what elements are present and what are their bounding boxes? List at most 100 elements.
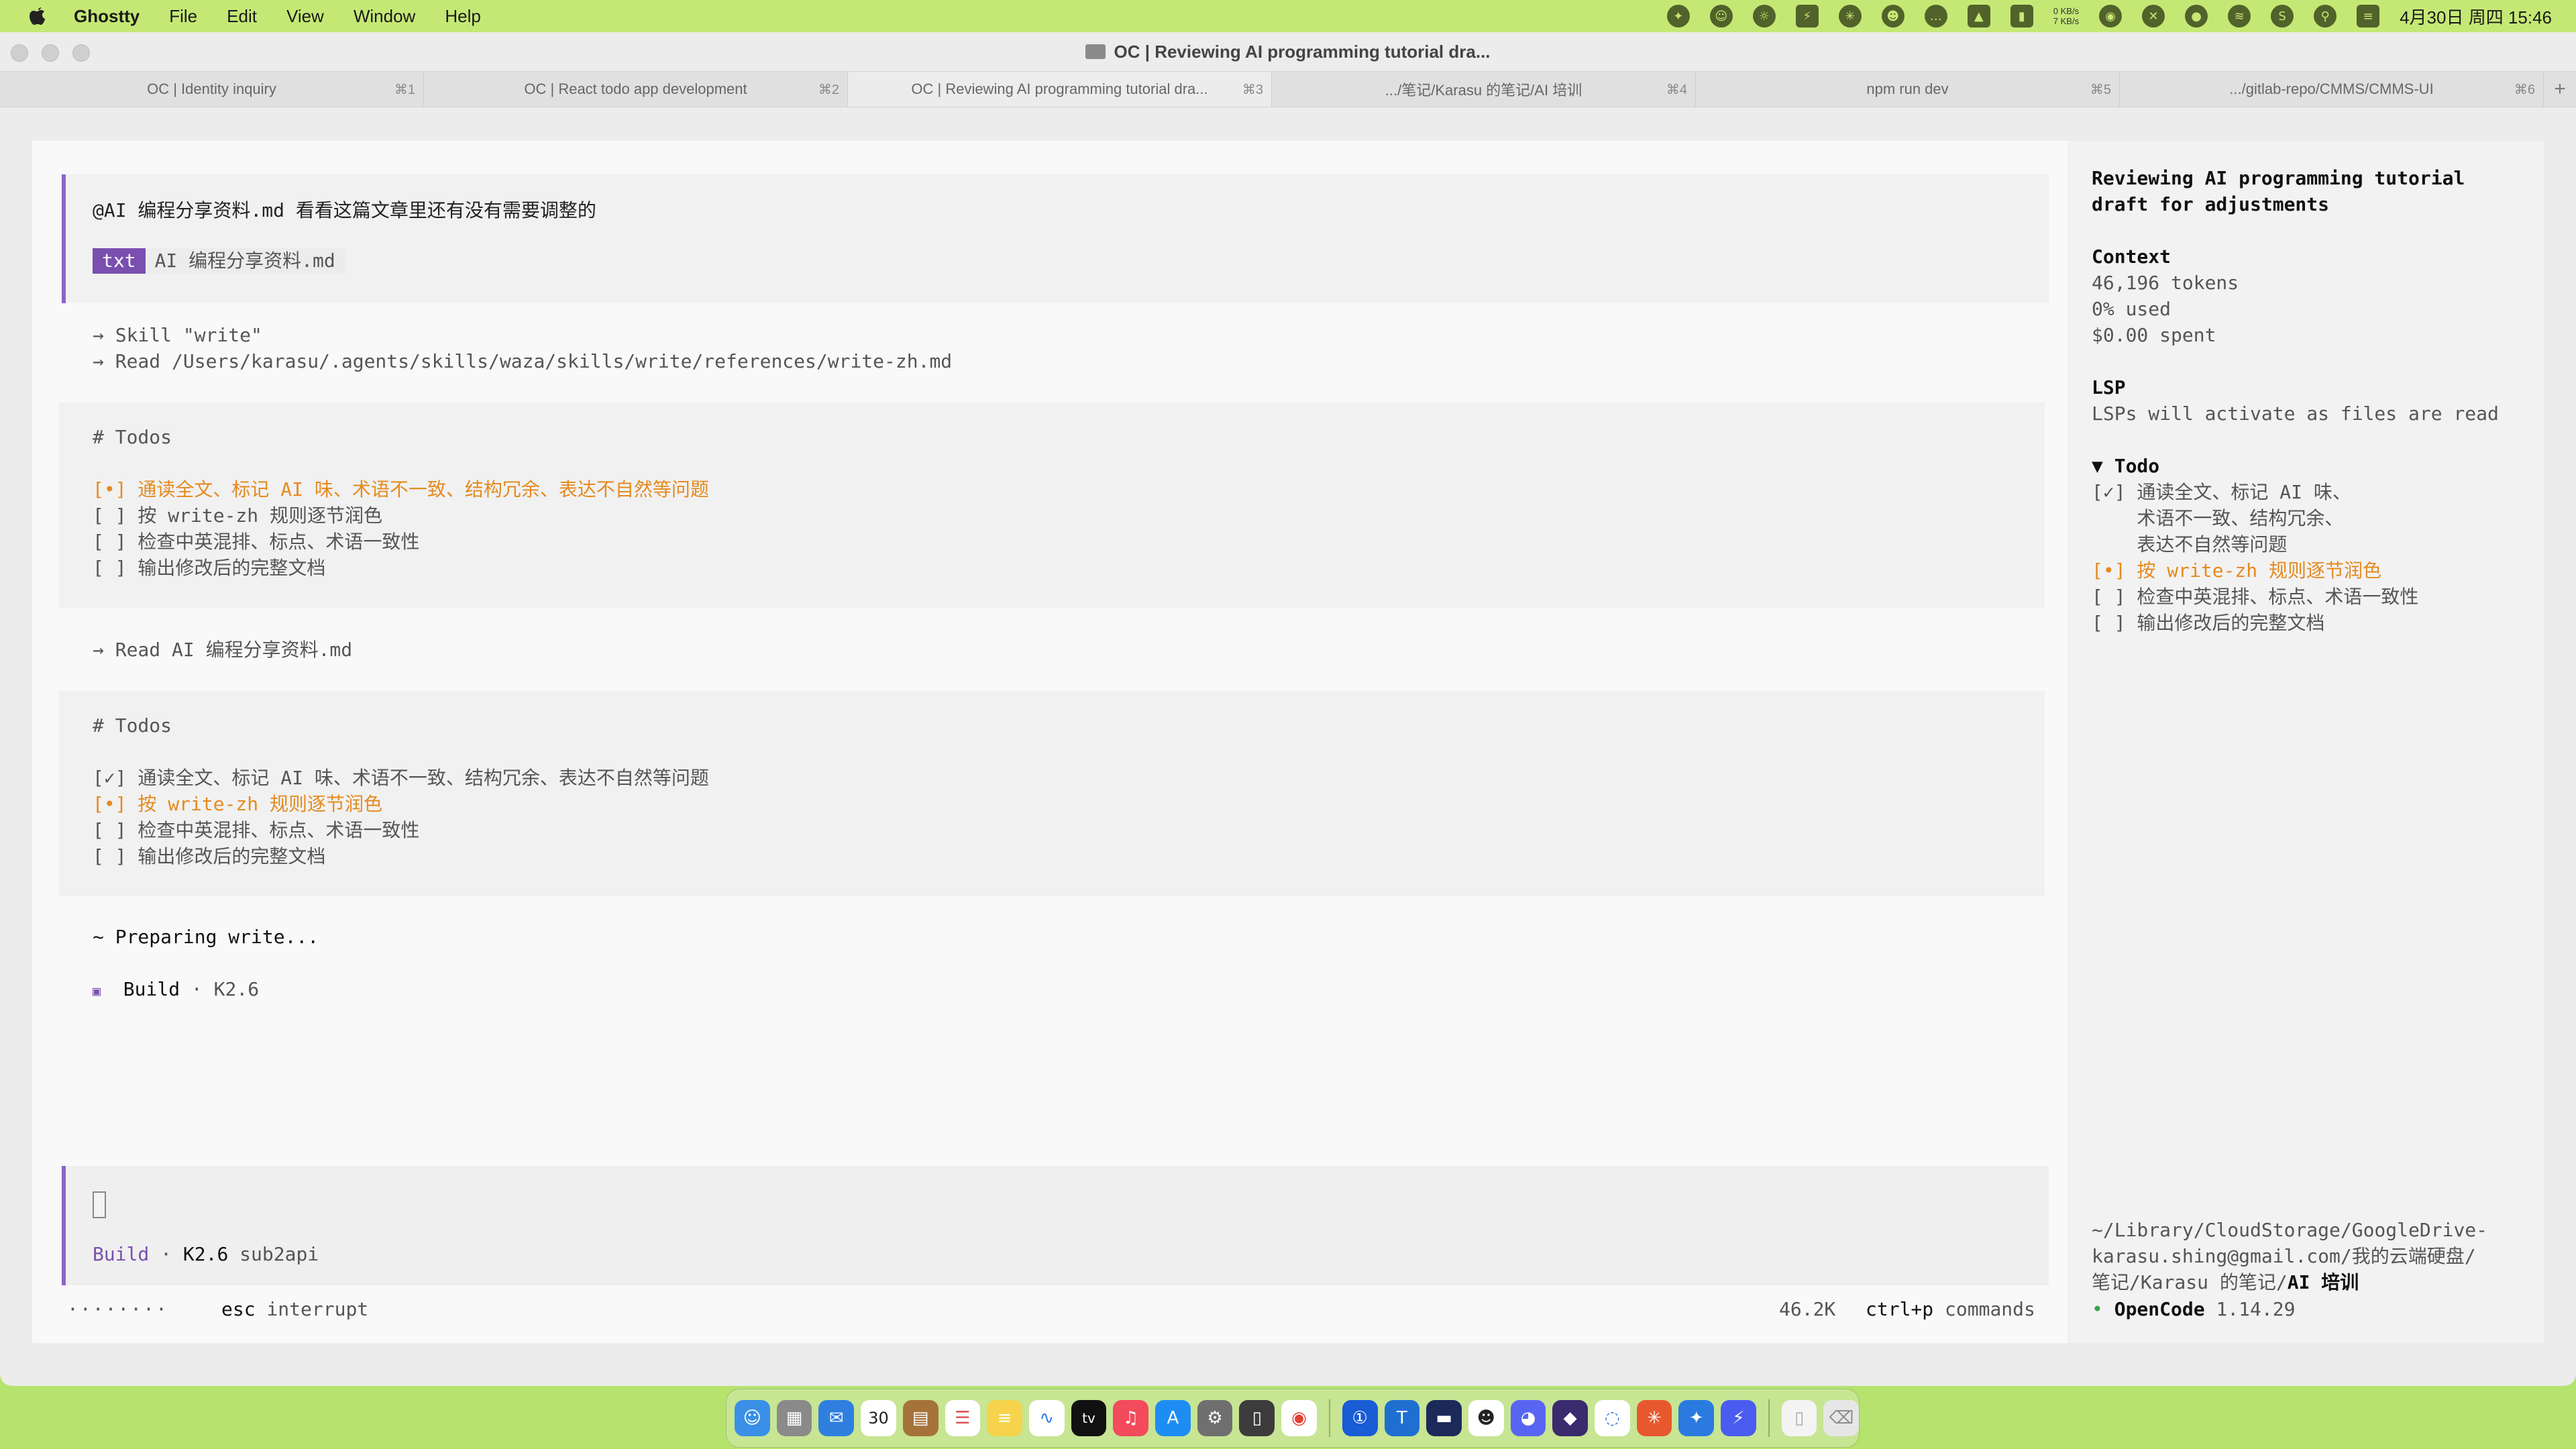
appletv-icon[interactable]: tv: [1071, 1400, 1107, 1436]
tab-3-active[interactable]: OC | Reviewing AI programming tutorial d…: [848, 72, 1272, 107]
build-indicator: ▣ Build · K2.6: [93, 976, 259, 1004]
notes-brown-icon[interactable]: ▤: [902, 1400, 938, 1436]
input-mode[interactable]: Build: [93, 1243, 149, 1265]
menubar-clock[interactable]: 4月30日 周四 15:46: [2400, 4, 2552, 29]
trash-icon[interactable]: ⌫: [1823, 1400, 1860, 1436]
zoom-button[interactable]: [72, 44, 90, 62]
session-title-line2: draft for adjustments: [2092, 193, 2330, 215]
headset-status-icon[interactable]: ◉: [2099, 5, 2123, 28]
sun-status-icon[interactable]: ☼: [1752, 5, 1776, 28]
attachment-chip[interactable]: txt AI 编程分享资料.md: [93, 248, 345, 274]
input-mode-line: Build · K2.6 sub2api: [93, 1243, 319, 1265]
tab-5[interactable]: npm run dev ⌘5: [1696, 72, 2120, 107]
sidebar-todo-done-cont: 表达不自然等问题: [2092, 533, 2288, 555]
tab-shortcut: ⌘1: [394, 82, 415, 97]
todo-item-active: [•] 通读全文、标记 AI 味、术语不一致、结构冗余、表达不自然等问题: [93, 478, 709, 500]
shazam-status-icon[interactable]: S: [2271, 5, 2294, 28]
finder-icon[interactable]: ☺: [735, 1400, 770, 1436]
menu-window[interactable]: Window: [354, 6, 415, 27]
cwd-path-line2: karasu.shing@gmail.com/我的云端硬盘/: [2092, 1245, 2476, 1267]
ghost-status-icon[interactable]: ☺: [1709, 5, 1733, 28]
session-title-line1: Reviewing AI programming tutorial: [2092, 167, 2465, 189]
notes-icon[interactable]: ≡: [987, 1400, 1022, 1436]
todo-item: [ ] 按 write-zh 规则逐节润色: [93, 504, 383, 527]
attachment-filename: AI 编程分享资料.md: [145, 248, 345, 274]
menu-edit[interactable]: Edit: [227, 6, 257, 27]
control-center-icon[interactable]: ≡: [2357, 5, 2380, 28]
chat-status-icon[interactable]: …: [1924, 5, 1947, 28]
chat-pane: @AI 编程分享资料.md 看看这篇文章里还有没有需要调整的 txt AI 编程分…: [32, 141, 2049, 1343]
lsp-status: LSPs will activate as files are read: [2092, 402, 2499, 425]
dock-separator: [1768, 1399, 1770, 1437]
app-version: 1.14.29: [2216, 1298, 2296, 1320]
tab-shortcut: ⌘3: [1242, 82, 1263, 97]
cwd-path-folder: AI 培训: [2287, 1271, 2359, 1293]
chat-icon[interactable]: ◌: [1595, 1400, 1630, 1436]
activity-status-icon[interactable]: ▮: [2010, 5, 2033, 28]
terminal-icon[interactable]: ▬: [1426, 1400, 1462, 1436]
discord-icon[interactable]: ◕: [1510, 1400, 1546, 1436]
cwd-path-line1: ~/Library/CloudStorage/GoogleDrive-: [2092, 1219, 2488, 1241]
net-up: 0 KB/s: [2053, 6, 2080, 16]
document-icon[interactable]: ▯: [1781, 1400, 1817, 1436]
tab-4[interactable]: .../笔记/Karasu 的笔记/AI 培训 ⌘4: [1272, 72, 1696, 107]
new-tab-button[interactable]: +: [2544, 72, 2576, 107]
menu-view[interactable]: View: [286, 6, 324, 27]
safari-icon[interactable]: ✦: [1678, 1400, 1715, 1436]
user-message-block: @AI 编程分享资料.md 看看这篇文章里还有没有需要调整的 txt AI 编程分…: [62, 174, 2049, 303]
prompt-input-box[interactable]: Build · K2.6 sub2api: [62, 1166, 2049, 1285]
appstore-icon[interactable]: A: [1155, 1400, 1191, 1436]
wechat-status-icon[interactable]: ✦: [1666, 5, 1690, 28]
teams-icon[interactable]: T: [1384, 1400, 1420, 1436]
token-count: 46.2K: [1779, 1298, 1836, 1320]
shortcuts-icon[interactable]: ⚡: [1721, 1400, 1756, 1436]
settings-icon[interactable]: ⚙: [1197, 1400, 1233, 1436]
tab-1[interactable]: OC | Identity inquiry ⌘1: [0, 72, 424, 107]
freeform-icon[interactable]: ∿: [1028, 1400, 1065, 1436]
tab-6[interactable]: .../gitlab-repo/CMMS/CMMS-UI ⌘6: [2120, 72, 2544, 107]
input-provider: sub2api: [239, 1243, 319, 1265]
build-label: Build: [123, 978, 180, 1000]
app-menu-ghostty[interactable]: Ghostty: [74, 6, 140, 27]
todo-toggle[interactable]: ▼ Todo: [2092, 453, 2159, 479]
tab-label: .../gitlab-repo/CMMS/CMMS-UI: [2229, 80, 2434, 97]
asterisk-status-icon[interactable]: ✳: [1838, 5, 1862, 28]
obsidian-icon[interactable]: ◆: [1552, 1400, 1589, 1436]
search-icon[interactable]: ⚲: [2314, 5, 2337, 28]
claude-icon[interactable]: ✳: [1636, 1400, 1672, 1436]
menu-help[interactable]: Help: [445, 6, 480, 27]
panda-icon[interactable]: ☻: [1468, 1400, 1504, 1436]
app-version-line: • OpenCode 1.14.29: [2092, 1296, 2295, 1322]
mute-status-icon[interactable]: ✕: [2142, 5, 2165, 28]
chrome-icon[interactable]: ◉: [1281, 1400, 1317, 1436]
music-icon[interactable]: ♫: [1113, 1400, 1149, 1436]
window-titlebar[interactable]: OC | Reviewing AI programming tutorial d…: [0, 32, 2576, 71]
menu-bar: Ghostty File Edit View Window Help ✦ ☺ ☼…: [0, 0, 2576, 32]
app-name: OpenCode: [2114, 1298, 2205, 1320]
mail-icon[interactable]: ✉: [818, 1400, 855, 1436]
context-spent: $0.00 spent: [2092, 324, 2216, 346]
apple-menu-icon[interactable]: [24, 3, 51, 30]
1password-icon[interactable]: ①: [1342, 1400, 1378, 1436]
terminal-area[interactable]: @AI 编程分享资料.md 看看这篇文章里还有没有需要调整的 txt AI 编程分…: [32, 141, 2544, 1343]
close-button[interactable]: [11, 44, 28, 62]
menu-file[interactable]: File: [169, 6, 197, 27]
tab-shortcut: ⌘4: [1666, 82, 1687, 97]
context-used: 0% used: [2092, 298, 2171, 320]
todo-item: [ ] 检查中英混排、标点、术语一致性: [93, 531, 420, 553]
reminders-icon[interactable]: ☰: [945, 1400, 981, 1436]
commands-hint: ctrl+p commands: [1866, 1296, 2035, 1322]
record-status-icon[interactable]: ●: [2185, 5, 2208, 28]
launchpad-icon[interactable]: ▦: [776, 1400, 812, 1436]
wifi-icon[interactable]: ≋: [2228, 5, 2251, 28]
bolt-status-icon[interactable]: ⚡: [1795, 5, 1819, 28]
clipboard-status-icon[interactable]: ▲: [1967, 5, 1990, 28]
calendar-icon[interactable]: 30: [861, 1400, 896, 1436]
input-model[interactable]: K2.6: [183, 1243, 228, 1265]
sidebar-todo-active: [•] 按 write-zh 规则逐节润色: [2092, 559, 2382, 582]
iphone-mirroring-icon[interactable]: ▯: [1239, 1400, 1275, 1436]
tab-2[interactable]: OC | React todo app development ⌘2: [424, 72, 848, 107]
minimize-button[interactable]: [42, 44, 59, 62]
build-model: · K2.6: [191, 978, 260, 1000]
face-status-icon[interactable]: ☻: [1881, 5, 1904, 28]
